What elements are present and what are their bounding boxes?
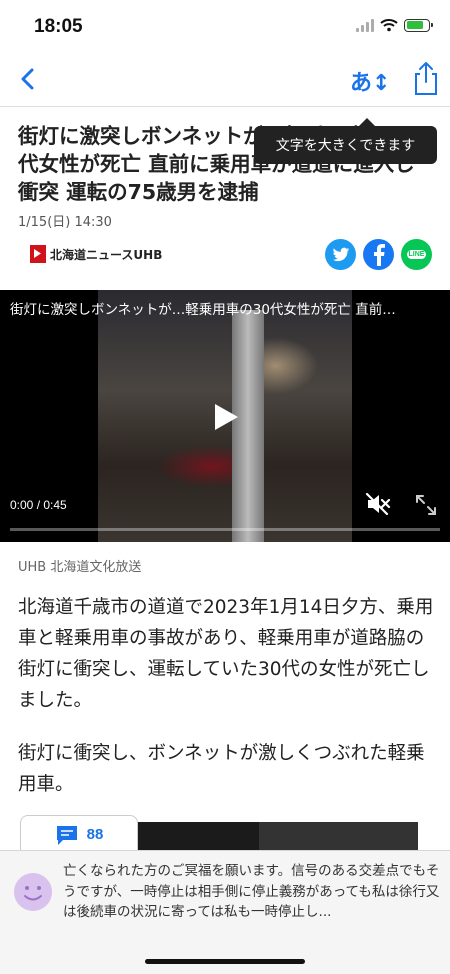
nav-bar: あ↕ [0,52,450,107]
line-share-button[interactable]: LINE [401,239,432,270]
comment-bubble-icon [56,825,77,845]
fullscreen-icon [416,495,436,515]
back-button[interactable] [14,62,44,96]
font-size-tooltip: 文字を大きくできます [254,118,437,164]
status-time: 18:05 [34,16,83,37]
facebook-share-button[interactable] [363,239,394,270]
publisher-name: 北海道ニュースUHB [50,247,163,262]
status-icons [356,18,433,32]
facebook-icon [373,243,385,266]
comment-count: 88 [86,826,104,843]
article-source: UHB 北海道文化放送 [18,560,142,575]
battery-level [406,21,424,29]
cellular-signal-icon [356,18,374,32]
smiley-avatar-icon [14,873,52,911]
video-progress-bar[interactable] [10,528,440,531]
twitter-icon [332,247,349,261]
font-size-label: あ↕ [350,71,391,96]
play-button[interactable] [212,402,240,432]
comments-tab[interactable]: 88 [20,815,138,853]
chevron-left-icon [21,68,34,90]
twitter-share-button[interactable] [325,239,356,270]
publisher-logo[interactable]: 北海道ニュースUHB [30,245,162,263]
share-button[interactable] [410,60,442,98]
article-paragraph: 街灯に衝突し、ボンネットが激しくつぶれた軽乗用車。 [18,743,425,795]
article-paragraph: 北海道千歳市の道道で2023年1月14日夕方、乗用車と軽乗用車の事故があり、軽乗… [18,597,434,711]
comment-preview-text: 亡くなられた方のご冥福を願います。信号のある交差点でもそうですが、一時停止は相手… [63,863,440,920]
battery-icon [404,18,433,32]
comment-preview-panel[interactable]: 亡くなられた方のご冥福を願います。信号のある交差点でもそうですが、一時停止は相手… [0,850,450,974]
fullscreen-button[interactable] [415,494,437,516]
video-time: 0:00 / 0:45 [10,498,67,512]
article-date: 1/15(日) 14:30 [18,215,112,230]
muted-speaker-icon [365,492,391,516]
video-title: 街灯に激突しボンネットが…軽乗用車の30代女性が死亡 直前… [10,302,396,318]
uhb-logo-icon [30,245,46,263]
line-icon: LINE [406,250,427,259]
share-icon [415,62,437,95]
wifi-icon [380,19,398,32]
status-bar: 18:05 [0,0,450,52]
mute-button[interactable] [365,492,391,516]
publisher-row: 北海道ニュースUHB LINE [0,238,450,274]
home-indicator[interactable] [145,959,305,964]
font-size-button[interactable]: あ↕ [350,66,390,96]
